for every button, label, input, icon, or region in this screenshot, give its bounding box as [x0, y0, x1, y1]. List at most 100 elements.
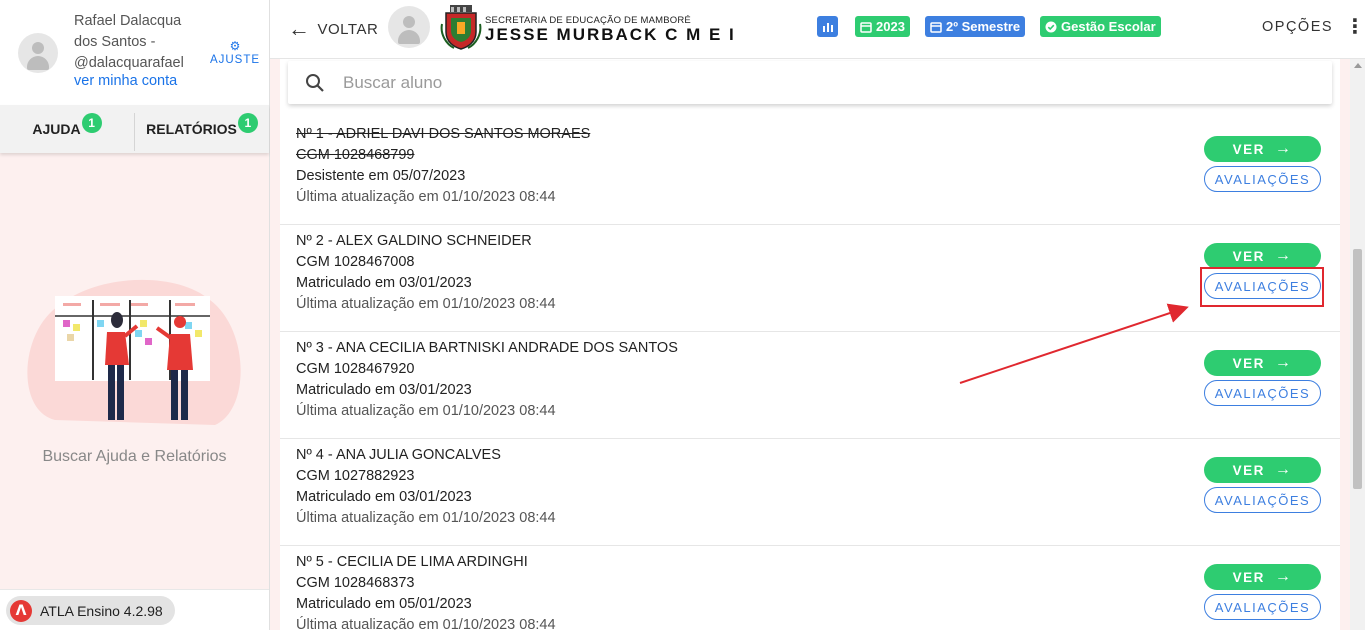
student-last-update: Última atualização em 01/10/2023 08:44 [296, 189, 556, 205]
ver-label: VER [1232, 355, 1265, 371]
version-chip[interactable]: ᐱ ATLA Ensino 4.2.98 [6, 596, 175, 625]
avaliacoes-button[interactable]: AVALIAÇÕES [1204, 166, 1321, 192]
stats-button[interactable] [817, 16, 838, 37]
student-info: Nº 2 - ALEX GALDINO SCHNEIDER CGM 1028467… [296, 231, 556, 315]
year-selector[interactable]: 2023 [855, 16, 910, 37]
gear-icon: ⚙ [229, 39, 241, 53]
student-name: Nº 3 - ANA CECILIA BARTNISKI ANDRADE DOS… [296, 340, 678, 356]
search-icon [306, 74, 324, 92]
avaliacoes-button[interactable]: AVALIAÇÕES [1204, 487, 1321, 513]
school-name: JESSE MURBACK C M E I [485, 25, 736, 44]
back-label: VOLTAR [317, 20, 379, 38]
ver-button[interactable]: VER → [1204, 243, 1321, 269]
adjust-label: AJUSTE [209, 54, 261, 66]
student-info: Nº 1 - ADRIEL DAVI DOS SANTOS MORAES CGM … [296, 124, 590, 208]
highlight-box [1200, 267, 1324, 307]
arrow-left-icon: ← [288, 16, 311, 41]
arrow-right-icon: → [1274, 247, 1293, 264]
ver-label: VER [1232, 569, 1265, 585]
ver-button[interactable]: VER → [1204, 350, 1321, 376]
year-label: 2023 [876, 19, 905, 34]
student-info: Nº 3 - ANA CECILIA BARTNISKI ANDRADE DOS… [296, 338, 678, 422]
sidebar: Rafael Dalacqua dos Santos - @dalacquara… [0, 0, 270, 630]
student-row: Nº 5 - CECILIA DE LIMA ARDINGHI CGM 10284… [280, 546, 1340, 630]
user-avatar[interactable] [18, 33, 58, 73]
semester-label: 2º Semestre [946, 19, 1021, 34]
top-header: ← VOLTAR SECRETARIA DE EDUCAÇÃO DE MAMBO… [270, 0, 1365, 59]
options-label: OPÇÕES [1262, 19, 1334, 35]
student-cgm: CGM 1028467920 [296, 361, 415, 377]
student-name: Nº 4 - ANA JULIA GONCALVES [296, 447, 501, 463]
ver-label: VER [1232, 462, 1265, 478]
ver-button[interactable]: VER → [1204, 564, 1321, 590]
tab-ajuda-badge: 1 [81, 113, 102, 133]
municipal-crest-icon [440, 5, 482, 50]
student-last-update: Última atualização em 01/10/2023 08:44 [296, 296, 556, 312]
student-name: Nº 5 - CECILIA DE LIMA ARDINGHI [296, 554, 528, 570]
calendar-icon [860, 21, 872, 33]
scrollbar[interactable] [1350, 59, 1365, 630]
user-box: Rafael Dalacqua dos Santos - @dalacquara… [0, 0, 269, 105]
help-illustration [27, 279, 241, 425]
arrow-right-icon: → [1274, 568, 1293, 585]
version-label: ATLA Ensino 4.2.98 [40, 602, 163, 619]
tab-ajuda[interactable]: AJUDA 1 [0, 105, 134, 153]
version-bar: ᐱ ATLA Ensino 4.2.98 [0, 589, 269, 630]
student-last-update: Última atualização em 01/10/2023 08:44 [296, 510, 556, 526]
student-cgm: CGM 1028467008 [296, 254, 415, 270]
student-row: Nº 4 - ANA JULIA GONCALVES CGM 1027882923… [280, 439, 1340, 546]
empty-state-text: Buscar Ajuda e Relatórios [42, 448, 227, 465]
student-row: Nº 2 - ALEX GALDINO SCHNEIDER CGM 1028467… [280, 225, 1340, 332]
gestao-escolar-button[interactable]: Gestão Escolar [1040, 16, 1161, 37]
tab-relatorios[interactable]: RELATÓRIOS 1 [135, 105, 269, 153]
options-menu-button[interactable]: OPÇÕES ⋮ [1262, 16, 1365, 38]
semester-selector[interactable]: 2º Semestre [925, 16, 1026, 37]
calendar-icon [930, 21, 942, 33]
avaliacoes-button[interactable]: AVALIAÇÕES [1204, 594, 1321, 620]
tab-relatorios-label: RELATÓRIOS [146, 121, 237, 137]
search-input[interactable] [343, 70, 1243, 96]
atla-logo-icon: ᐱ [10, 599, 32, 622]
student-info: Nº 5 - CECILIA DE LIMA ARDINGHI CGM 10284… [296, 552, 556, 630]
user-name: Rafael Dalacqua dos Santos - @dalacquara… [74, 13, 184, 71]
bar-chart-icon [822, 22, 833, 32]
avaliacoes-button[interactable]: AVALIAÇÕES [1204, 380, 1321, 406]
scroll-thumb[interactable] [1353, 249, 1362, 489]
ver-label: VER [1232, 248, 1265, 264]
sidebar-tabs: AJUDA 1 RELATÓRIOS 1 [0, 105, 269, 153]
student-info: Nº 4 - ANA JULIA GONCALVES CGM 1027882923… [296, 445, 556, 529]
student-list-panel: Nº 1 - ADRIEL DAVI DOS SANTOS MORAES CGM … [280, 59, 1340, 630]
student-status: Desistente em 05/07/2023 [296, 168, 466, 184]
more-vert-icon: ⋮ [1345, 16, 1365, 38]
student-cgm: CGM 1028468373 [296, 575, 415, 591]
student-cgm: CGM 1028468799 [296, 147, 415, 163]
arrow-right-icon: → [1274, 354, 1293, 371]
ver-button[interactable]: VER → [1204, 136, 1321, 162]
ver-label: VER [1232, 141, 1265, 157]
arrow-right-icon: → [1274, 140, 1293, 157]
search-bar [288, 61, 1332, 104]
student-name: Nº 2 - ALEX GALDINO SCHNEIDER [296, 233, 532, 249]
account-link[interactable]: ver minha conta [74, 73, 177, 89]
student-row: Nº 1 - ADRIEL DAVI DOS SANTOS MORAES CGM … [280, 118, 1340, 225]
gestao-label: Gestão Escolar [1061, 19, 1156, 34]
ver-button[interactable]: VER → [1204, 457, 1321, 483]
student-status: Matriculado em 03/01/2023 [296, 382, 472, 398]
adjust-button[interactable]: ⚙ AJUSTE [209, 40, 261, 66]
school-avatar [388, 6, 430, 48]
main-content: Nº 1 - ADRIEL DAVI DOS SANTOS MORAES CGM … [270, 59, 1365, 630]
scroll-up-icon[interactable] [1354, 63, 1362, 68]
check-circle-icon [1045, 21, 1057, 32]
tab-ajuda-label: AJUDA [32, 121, 81, 137]
tab-relatorios-badge: 1 [237, 113, 258, 133]
student-status: Matriculado em 03/01/2023 [296, 489, 472, 505]
student-name: Nº 1 - ADRIEL DAVI DOS SANTOS MORAES [296, 126, 591, 142]
student-cgm: CGM 1027882923 [296, 468, 415, 484]
arrow-right-icon: → [1274, 461, 1293, 478]
back-button[interactable]: ← VOLTAR [288, 17, 378, 41]
student-last-update: Última atualização em 01/10/2023 08:44 [296, 617, 556, 630]
student-last-update: Última atualização em 01/10/2023 08:44 [296, 403, 556, 419]
student-status: Matriculado em 05/01/2023 [296, 596, 472, 612]
student-row: Nº 3 - ANA CECILIA BARTNISKI ANDRADE DOS… [280, 332, 1340, 439]
student-status: Matriculado em 03/01/2023 [296, 275, 472, 291]
